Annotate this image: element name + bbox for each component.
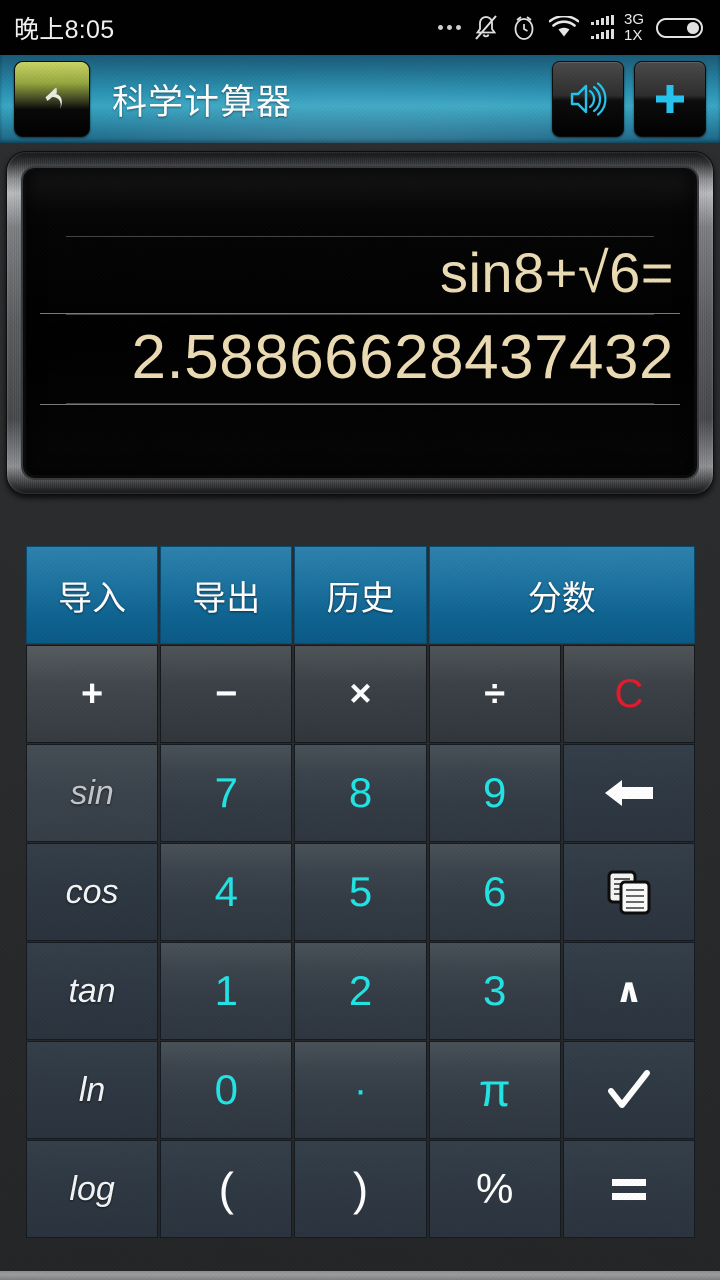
tan-button[interactable]: tan — [26, 942, 159, 1040]
sound-button[interactable] — [552, 61, 624, 137]
back-arrow-icon — [45, 87, 62, 110]
copy-icon — [607, 870, 651, 915]
power-button[interactable]: ∧ — [562, 942, 695, 1040]
history-button[interactable]: 历史 — [294, 546, 427, 644]
percent-label: % — [476, 1165, 514, 1212]
fraction-label: 分数 — [527, 579, 596, 618]
digit-1-button[interactable]: 1 — [160, 942, 293, 1040]
sin-button[interactable]: sin — [26, 744, 159, 842]
status-time: 晚上8:05 — [14, 15, 115, 44]
digit-9-button[interactable]: 9 — [428, 744, 561, 842]
digit-4-label: 4 — [214, 868, 238, 915]
tan-label: tan — [68, 971, 116, 1010]
result-text: 2.58866628437432 — [131, 322, 674, 392]
import-label: 导入 — [58, 579, 127, 618]
square-root-icon — [607, 1070, 650, 1108]
calculator-display[interactable]: sin8+√6= 2.58866628437432 — [23, 168, 697, 478]
clear-button[interactable]: C — [562, 645, 695, 743]
bottom-bar — [0, 1271, 720, 1280]
minus-label: − — [215, 672, 238, 715]
wifi-icon — [548, 15, 579, 40]
log-label: log — [69, 1169, 115, 1208]
multiply-button[interactable]: × — [294, 645, 427, 743]
digit-3-button[interactable]: 3 — [428, 942, 561, 1040]
digit-8-button[interactable]: 8 — [294, 744, 427, 842]
sin-label: sin — [70, 773, 114, 812]
divide-button[interactable]: ÷ — [428, 645, 561, 743]
digit-6-button[interactable]: 6 — [428, 843, 561, 941]
left-paren-button[interactable]: ( — [160, 1140, 293, 1238]
more-dots-icon — [437, 25, 461, 30]
backspace-arrow-icon — [604, 780, 653, 806]
digit-0-button[interactable]: 0 — [160, 1041, 293, 1139]
digit-9-label: 9 — [483, 769, 507, 816]
multiply-label: × — [349, 672, 372, 715]
digit-2-label: 2 — [348, 967, 373, 1014]
silent-bell-icon — [473, 14, 499, 42]
import-button[interactable]: 导入 — [26, 546, 159, 644]
keypad: 导入 导出 历史 分数 + − × ÷ C sin 7 8 9 cos 4 5 … — [26, 546, 695, 1238]
network-type-secondary: 1X — [623, 26, 643, 44]
digit-4-button[interactable]: 4 — [160, 843, 293, 941]
right-paren-button[interactable]: ) — [294, 1140, 427, 1238]
backspace-button[interactable] — [562, 744, 695, 842]
digit-7-button[interactable]: 7 — [160, 744, 293, 842]
page-title: 科学计算器 — [112, 82, 293, 122]
export-button[interactable]: 导出 — [160, 546, 293, 644]
copy-button[interactable] — [562, 843, 695, 941]
add-button[interactable] — [634, 61, 706, 137]
fraction-button[interactable]: 分数 — [428, 546, 695, 644]
digit-5-button[interactable]: 5 — [294, 843, 427, 941]
divide-label: ÷ — [484, 672, 506, 715]
phone-screen: 晚上8:05 3G 1X 科学计算器 sin8+√6= 2.5886662843… — [0, 0, 720, 1280]
digit-6-label: 6 — [483, 868, 507, 915]
decimal-point-button[interactable]: · — [294, 1041, 427, 1139]
speaker-icon — [570, 82, 607, 116]
export-label: 导出 — [192, 579, 261, 618]
minus-button[interactable]: − — [160, 645, 293, 743]
display-bezel: sin8+√6= 2.58866628437432 — [6, 151, 714, 495]
equals-button[interactable] — [562, 1140, 695, 1238]
ln-button[interactable]: ln — [26, 1041, 159, 1139]
digit-1-label: 1 — [214, 967, 238, 1014]
status-icon-group: 3G 1X — [437, 10, 706, 44]
clear-label: C — [614, 671, 644, 716]
digit-7-label: 7 — [214, 769, 238, 816]
ln-label: ln — [78, 1070, 106, 1109]
history-label: 历史 — [326, 579, 395, 618]
plus-button[interactable]: + — [26, 645, 159, 743]
digit-3-label: 3 — [483, 967, 507, 1014]
back-button[interactable] — [14, 61, 90, 137]
power-label: ∧ — [615, 972, 643, 1010]
network-type-primary: 3G — [623, 10, 644, 28]
digit-2-button[interactable]: 2 — [294, 942, 427, 1040]
digit-5-label: 5 — [348, 868, 373, 915]
log-button[interactable]: log — [26, 1140, 159, 1238]
plus-label: + — [80, 672, 104, 715]
pi-button[interactable]: π — [428, 1041, 561, 1139]
status-bar: 晚上8:05 3G 1X — [0, 0, 720, 55]
plus-icon — [656, 85, 684, 113]
display-rule-bottom-outer — [40, 403, 680, 405]
cos-button[interactable]: cos — [26, 843, 159, 941]
digit-8-label: 8 — [348, 769, 373, 816]
sqrt-button[interactable] — [562, 1041, 695, 1139]
decimal-point-label: · — [353, 1068, 368, 1112]
cos-label: cos — [65, 872, 119, 911]
digit-0-label: 0 — [214, 1066, 238, 1113]
expression-text: sin8+√6= — [439, 240, 674, 304]
percent-button[interactable]: % — [428, 1140, 561, 1238]
right-paren-label: ) — [352, 1163, 369, 1215]
equals-icon — [611, 1178, 646, 1200]
battery-icon — [656, 15, 706, 41]
left-paren-label: ( — [218, 1163, 234, 1215]
app-bar: 科学计算器 — [0, 55, 720, 143]
pi-label: π — [478, 1064, 511, 1116]
app-bar-actions — [552, 61, 706, 137]
signal-bars-icon: 3G 1X — [590, 10, 644, 44]
alarm-clock-icon — [511, 14, 537, 42]
